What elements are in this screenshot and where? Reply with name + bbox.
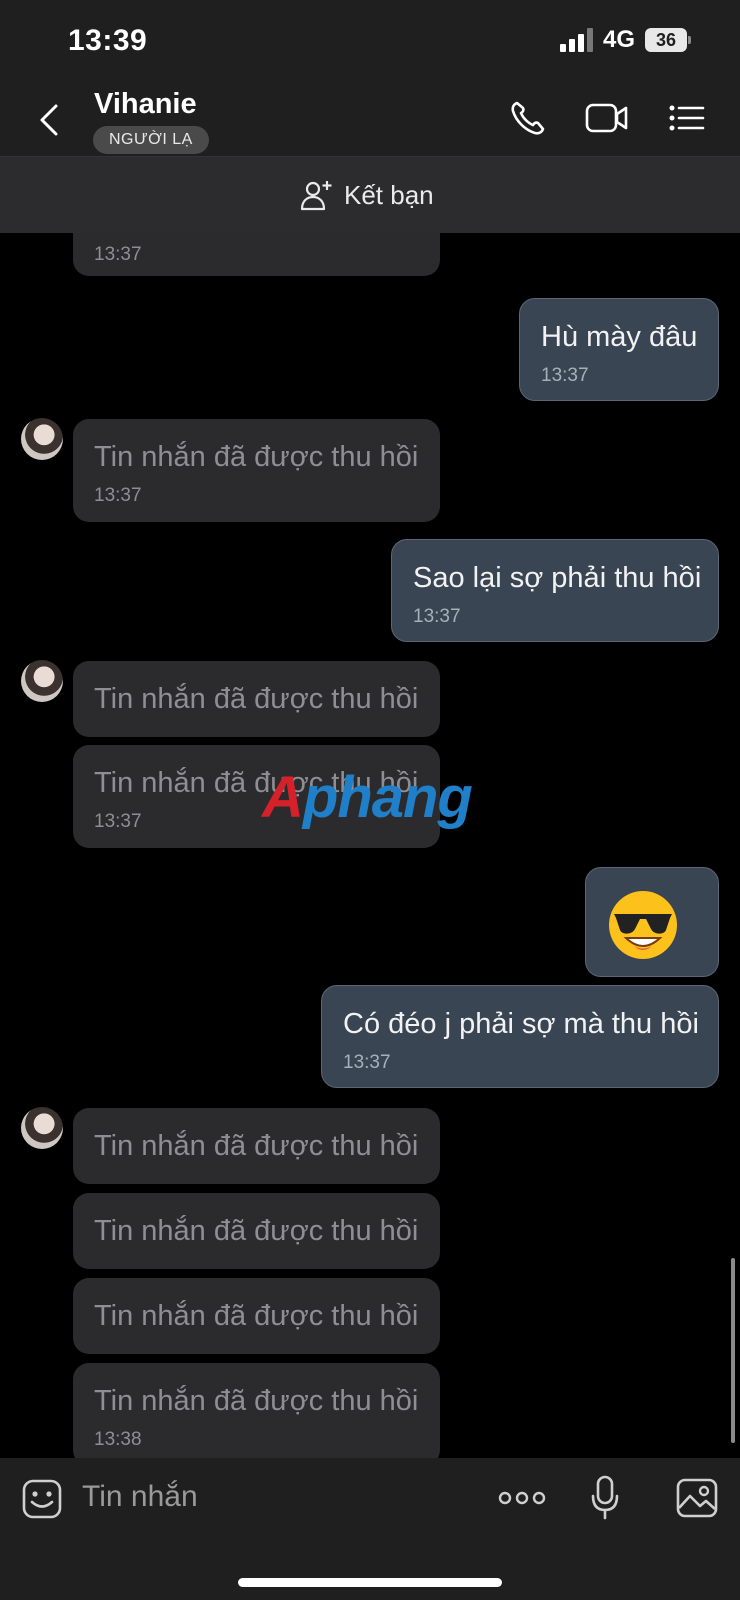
message-bubble-incoming[interactable]: Tin nhắn đã được thu hồi [73, 1278, 440, 1354]
message-bubble-outgoing[interactable]: Có đéo j phải sợ mà thu hồi 13:37 [321, 985, 719, 1088]
status-time: 13:39 [68, 24, 148, 57]
contact-name[interactable]: Vihanie [94, 88, 197, 121]
battery-level: 36 [645, 28, 687, 52]
message-bubble-outgoing[interactable]: Sao lại sợ phải thu hồi 13:37 [391, 539, 719, 642]
message-text: Hù mày đâu [541, 321, 698, 353]
message-text: Sao lại sợ phải thu hồi [413, 562, 702, 594]
network-type: 4G [603, 26, 636, 53]
add-friend-button[interactable]: Kết bạn [300, 175, 434, 215]
stranger-badge: NGƯỜI LẠ [93, 126, 209, 154]
message-bubble-incoming[interactable]: Tin nhắn đã được thu hồi [73, 661, 440, 737]
message-time: 13:37 [343, 1052, 391, 1073]
sticker-icon[interactable] [22, 1479, 62, 1519]
message-time: 13:37 [541, 365, 589, 386]
chat-header: Vihanie NGƯỜI LẠ [0, 80, 740, 157]
message-time: 13:37 [94, 244, 142, 265]
add-friend-bar: Kết bạn [0, 157, 740, 233]
home-indicator[interactable] [238, 1578, 502, 1587]
cellular-signal-icon [560, 28, 593, 52]
message-bubble-incoming[interactable]: Tin nhắn đã được thu hồi [73, 1193, 440, 1269]
sunglasses-emoji-icon [609, 891, 677, 959]
message-input[interactable]: Tin nhắn [82, 1480, 198, 1514]
scrollbar[interactable] [731, 1258, 735, 1443]
more-icon[interactable] [498, 1488, 546, 1508]
message-text: Tin nhắn đã được thu hồi [94, 1215, 419, 1247]
message-time: 13:38 [94, 1429, 142, 1450]
message-bubble-outgoing[interactable]: Hù mày đâu 13:37 [519, 298, 719, 401]
message-list[interactable]: 13:37 Hù mày đâu 13:37 Tin nhắn đã được … [0, 233, 740, 1458]
status-bar: 13:39 4G 36 [0, 0, 740, 80]
message-bubble-incoming[interactable]: Tin nhắn đã được thu hồi [73, 1108, 440, 1184]
message-text: Tin nhắn đã được thu hồi [94, 441, 419, 473]
message-text: Tin nhắn đã được thu hồi [94, 1130, 419, 1162]
watermark-logo: Aphang [262, 765, 473, 830]
back-icon[interactable] [34, 100, 64, 140]
message-text: Có đéo j phải sợ mà thu hồi [343, 1008, 699, 1040]
battery-icon: 36 [645, 28, 691, 52]
add-friend-icon [300, 181, 332, 211]
microphone-icon[interactable] [590, 1475, 620, 1521]
avatar[interactable] [21, 418, 63, 460]
message-bubble-incoming[interactable]: 13:37 [73, 233, 440, 276]
message-time: 13:37 [94, 811, 142, 832]
menu-icon[interactable] [668, 98, 706, 138]
message-time: 13:37 [413, 606, 461, 627]
message-bubble-incoming[interactable]: Tin nhắn đã được thu hồi 13:37 [73, 419, 440, 522]
message-bubble-outgoing-sticker[interactable] [585, 867, 719, 977]
message-text: Tin nhắn đã được thu hồi [94, 1300, 419, 1332]
message-bubble-incoming[interactable]: Tin nhắn đã được thu hồi 13:38 [73, 1363, 440, 1458]
message-text: Tin nhắn đã được thu hồi [94, 683, 419, 715]
avatar[interactable] [21, 1107, 63, 1149]
phone-icon[interactable] [508, 98, 548, 138]
message-time: 13:37 [94, 485, 142, 506]
add-friend-label: Kết bạn [344, 179, 434, 210]
image-icon[interactable] [676, 1478, 718, 1518]
video-call-icon[interactable] [584, 98, 630, 138]
avatar[interactable] [21, 660, 63, 702]
message-text: Tin nhắn đã được thu hồi [94, 1385, 419, 1417]
composer-bar: Tin nhắn [0, 1458, 740, 1600]
